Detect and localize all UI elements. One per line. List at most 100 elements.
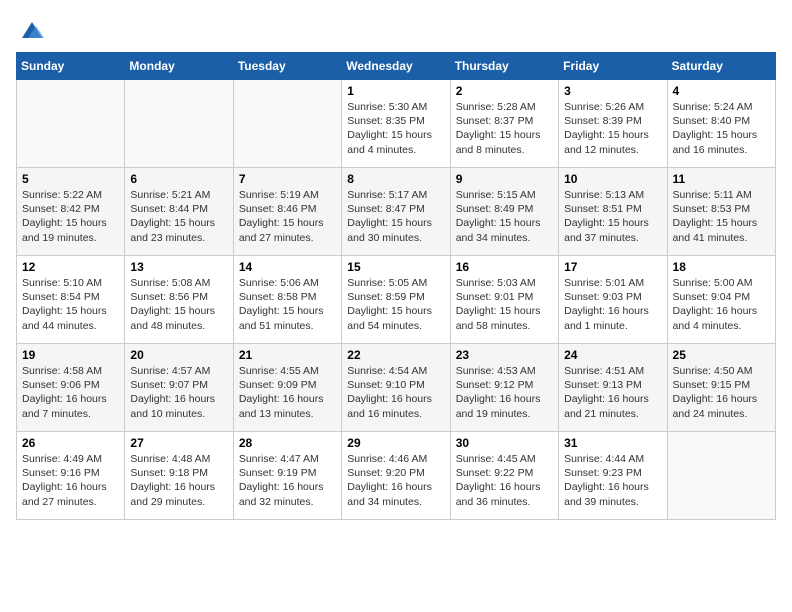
day-info: Sunrise: 5:10 AM Sunset: 8:54 PM Dayligh… — [22, 276, 119, 333]
day-number: 28 — [239, 436, 336, 450]
calendar-cell: 24Sunrise: 4:51 AM Sunset: 9:13 PM Dayli… — [559, 344, 667, 432]
day-number: 23 — [456, 348, 553, 362]
calendar-table: SundayMondayTuesdayWednesdayThursdayFrid… — [16, 52, 776, 520]
day-number: 31 — [564, 436, 661, 450]
calendar-cell: 4 Sunrise: 5:24 AM Sunset: 8:40 PM Daylig… — [667, 80, 775, 168]
day-info: Sunrise: 5:01 AM Sunset: 9:03 PM Dayligh… — [564, 276, 661, 333]
day-info: Sunrise: 5:05 AM Sunset: 8:59 PM Dayligh… — [347, 276, 444, 333]
day-info: Sunrise: 5:11 AM Sunset: 8:53 PM Dayligh… — [673, 188, 770, 245]
calendar-cell: 21 Sunrise: 4:55 AM Sunset: 9:09 PM Dayli… — [233, 344, 341, 432]
day-number: 7 — [239, 172, 336, 186]
calendar-cell: 11Sunrise: 5:11 AM Sunset: 8:53 PM Dayli… — [667, 168, 775, 256]
calendar-cell — [125, 80, 233, 168]
day-info: Sunrise: 4:58 AM Sunset: 9:06 PM Dayligh… — [22, 364, 119, 421]
day-number: 20 — [130, 348, 227, 362]
weekday-header-sunday: Sunday — [17, 53, 125, 80]
calendar-cell: 12Sunrise: 5:10 AM Sunset: 8:54 PM Dayli… — [17, 256, 125, 344]
calendar-cell: 7 Sunrise: 5:19 AM Sunset: 8:46 PM Daylig… — [233, 168, 341, 256]
day-number: 18 — [673, 260, 770, 274]
day-number: 21 — [239, 348, 336, 362]
day-info: Sunrise: 4:46 AM Sunset: 9:20 PM Dayligh… — [347, 452, 444, 509]
logo-icon — [18, 16, 46, 44]
day-info: Sunrise: 5:08 AM Sunset: 8:56 PM Dayligh… — [130, 276, 227, 333]
day-number: 14 — [239, 260, 336, 274]
day-info: Sunrise: 4:51 AM Sunset: 9:13 PM Dayligh… — [564, 364, 661, 421]
day-number: 17 — [564, 260, 661, 274]
day-info: Sunrise: 5:13 AM Sunset: 8:51 PM Dayligh… — [564, 188, 661, 245]
calendar-week-row: 5 Sunrise: 5:22 AM Sunset: 8:42 PM Daylig… — [17, 168, 776, 256]
calendar-cell: 27 Sunrise: 4:48 AM Sunset: 9:18 PM Dayli… — [125, 432, 233, 520]
weekday-header-tuesday: Tuesday — [233, 53, 341, 80]
day-number: 10 — [564, 172, 661, 186]
weekday-header-wednesday: Wednesday — [342, 53, 450, 80]
calendar-cell: 20 Sunrise: 4:57 AM Sunset: 9:07 PM Dayli… — [125, 344, 233, 432]
calendar-cell: 18 Sunrise: 5:00 AM Sunset: 9:04 PM Dayli… — [667, 256, 775, 344]
day-info: Sunrise: 5:19 AM Sunset: 8:46 PM Dayligh… — [239, 188, 336, 245]
calendar-cell — [17, 80, 125, 168]
calendar-cell: 1 Sunrise: 5:30 AM Sunset: 8:35 PM Daylig… — [342, 80, 450, 168]
day-info: Sunrise: 5:26 AM Sunset: 8:39 PM Dayligh… — [564, 100, 661, 157]
day-info: Sunrise: 5:30 AM Sunset: 8:35 PM Dayligh… — [347, 100, 444, 157]
calendar-cell: 5 Sunrise: 5:22 AM Sunset: 8:42 PM Daylig… — [17, 168, 125, 256]
day-info: Sunrise: 5:15 AM Sunset: 8:49 PM Dayligh… — [456, 188, 553, 245]
day-number: 19 — [22, 348, 119, 362]
calendar-cell: 2Sunrise: 5:28 AM Sunset: 8:37 PM Daylig… — [450, 80, 558, 168]
day-info: Sunrise: 5:03 AM Sunset: 9:01 PM Dayligh… — [456, 276, 553, 333]
calendar-cell: 6 Sunrise: 5:21 AM Sunset: 8:44 PM Daylig… — [125, 168, 233, 256]
calendar-week-row: 19 Sunrise: 4:58 AM Sunset: 9:06 PM Dayli… — [17, 344, 776, 432]
day-info: Sunrise: 5:22 AM Sunset: 8:42 PM Dayligh… — [22, 188, 119, 245]
weekday-header-friday: Friday — [559, 53, 667, 80]
day-info: Sunrise: 4:45 AM Sunset: 9:22 PM Dayligh… — [456, 452, 553, 509]
day-info: Sunrise: 4:50 AM Sunset: 9:15 PM Dayligh… — [673, 364, 770, 421]
calendar-cell: 13 Sunrise: 5:08 AM Sunset: 8:56 PM Dayli… — [125, 256, 233, 344]
calendar-cell: 29 Sunrise: 4:46 AM Sunset: 9:20 PM Dayli… — [342, 432, 450, 520]
day-info: Sunrise: 4:44 AM Sunset: 9:23 PM Dayligh… — [564, 452, 661, 509]
calendar-cell: 28 Sunrise: 4:47 AM Sunset: 9:19 PM Dayli… — [233, 432, 341, 520]
day-info: Sunrise: 5:28 AM Sunset: 8:37 PM Dayligh… — [456, 100, 553, 157]
page-header — [16, 16, 776, 44]
day-info: Sunrise: 4:55 AM Sunset: 9:09 PM Dayligh… — [239, 364, 336, 421]
day-number: 16 — [456, 260, 553, 274]
weekday-header-row: SundayMondayTuesdayWednesdayThursdayFrid… — [17, 53, 776, 80]
weekday-header-thursday: Thursday — [450, 53, 558, 80]
weekday-header-saturday: Saturday — [667, 53, 775, 80]
calendar-cell: 17 Sunrise: 5:01 AM Sunset: 9:03 PM Dayli… — [559, 256, 667, 344]
calendar-cell: 25 Sunrise: 4:50 AM Sunset: 9:15 PM Dayli… — [667, 344, 775, 432]
day-number: 5 — [22, 172, 119, 186]
calendar-cell: 14 Sunrise: 5:06 AM Sunset: 8:58 PM Dayli… — [233, 256, 341, 344]
calendar-cell: 26 Sunrise: 4:49 AM Sunset: 9:16 PM Dayli… — [17, 432, 125, 520]
day-info: Sunrise: 5:21 AM Sunset: 8:44 PM Dayligh… — [130, 188, 227, 245]
day-number: 13 — [130, 260, 227, 274]
day-info: Sunrise: 5:17 AM Sunset: 8:47 PM Dayligh… — [347, 188, 444, 245]
day-number: 15 — [347, 260, 444, 274]
calendar-cell: 23 Sunrise: 4:53 AM Sunset: 9:12 PM Dayli… — [450, 344, 558, 432]
day-info: Sunrise: 4:57 AM Sunset: 9:07 PM Dayligh… — [130, 364, 227, 421]
day-info: Sunrise: 5:06 AM Sunset: 8:58 PM Dayligh… — [239, 276, 336, 333]
day-info: Sunrise: 5:24 AM Sunset: 8:40 PM Dayligh… — [673, 100, 770, 157]
day-number: 27 — [130, 436, 227, 450]
day-number: 4 — [673, 84, 770, 98]
day-number: 1 — [347, 84, 444, 98]
day-number: 29 — [347, 436, 444, 450]
calendar-cell: 30Sunrise: 4:45 AM Sunset: 9:22 PM Dayli… — [450, 432, 558, 520]
calendar-cell: 9Sunrise: 5:15 AM Sunset: 8:49 PM Daylig… — [450, 168, 558, 256]
day-number: 6 — [130, 172, 227, 186]
day-number: 8 — [347, 172, 444, 186]
day-number: 25 — [673, 348, 770, 362]
calendar-cell: 15 Sunrise: 5:05 AM Sunset: 8:59 PM Dayli… — [342, 256, 450, 344]
day-info: Sunrise: 4:49 AM Sunset: 9:16 PM Dayligh… — [22, 452, 119, 509]
day-number: 26 — [22, 436, 119, 450]
weekday-header-monday: Monday — [125, 53, 233, 80]
calendar-week-row: 26 Sunrise: 4:49 AM Sunset: 9:16 PM Dayli… — [17, 432, 776, 520]
calendar-cell: 22Sunrise: 4:54 AM Sunset: 9:10 PM Dayli… — [342, 344, 450, 432]
day-info: Sunrise: 4:48 AM Sunset: 9:18 PM Dayligh… — [130, 452, 227, 509]
day-info: Sunrise: 4:47 AM Sunset: 9:19 PM Dayligh… — [239, 452, 336, 509]
calendar-cell: 10 Sunrise: 5:13 AM Sunset: 8:51 PM Dayli… — [559, 168, 667, 256]
day-info: Sunrise: 5:00 AM Sunset: 9:04 PM Dayligh… — [673, 276, 770, 333]
calendar-cell: 3 Sunrise: 5:26 AM Sunset: 8:39 PM Daylig… — [559, 80, 667, 168]
calendar-cell: 16 Sunrise: 5:03 AM Sunset: 9:01 PM Dayli… — [450, 256, 558, 344]
day-info: Sunrise: 4:53 AM Sunset: 9:12 PM Dayligh… — [456, 364, 553, 421]
day-number: 3 — [564, 84, 661, 98]
calendar-cell: 19 Sunrise: 4:58 AM Sunset: 9:06 PM Dayli… — [17, 344, 125, 432]
calendar-cell — [667, 432, 775, 520]
